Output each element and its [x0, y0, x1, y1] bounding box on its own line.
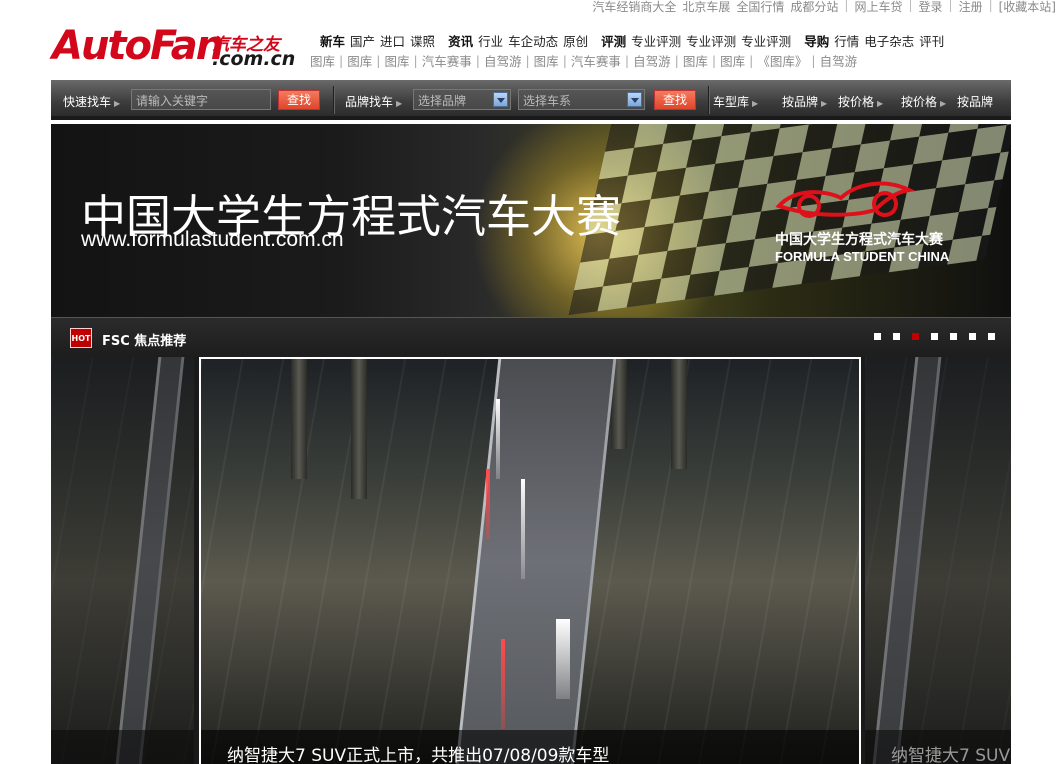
pager-dot-active[interactable]: [912, 333, 919, 340]
nav-sub-gallery[interactable]: 图库: [347, 51, 372, 70]
nav-pro-review-2[interactable]: 专业评测: [686, 31, 736, 50]
divider: [708, 86, 709, 114]
keyword-input[interactable]: 请输入关键字: [131, 89, 271, 110]
pager-dot[interactable]: [969, 333, 976, 340]
divider: |: [844, 0, 849, 12]
series-select[interactable]: 选择车系: [518, 89, 645, 110]
nav-spy-shots[interactable]: 谍照: [410, 31, 435, 50]
nav-original[interactable]: 原创: [563, 31, 588, 50]
link-model-library[interactable]: 车型库 ▶: [713, 93, 758, 110]
pager-dot[interactable]: [874, 333, 881, 340]
hot-badge-icon: HOT: [70, 328, 92, 348]
carousel-slide-prev[interactable]: [51, 357, 194, 764]
login-link[interactable]: 登录: [916, 0, 946, 15]
formula-car-logo-icon: [775, 181, 915, 218]
fsc-logo-english: FORMULA STUDENT CHINA: [775, 249, 950, 264]
arrow-right-icon: ▶: [114, 99, 121, 108]
focus-header: HOT FSC 焦点推荐: [51, 317, 1011, 357]
nav-imported[interactable]: 进口: [380, 31, 405, 50]
brand-search-label: 品牌找车 ▶: [345, 95, 403, 109]
arrow-right-icon: ▶: [752, 99, 759, 108]
slide-caption-next[interactable]: 纳智捷大7 SUV: [891, 741, 1010, 764]
link-by-price[interactable]: 按价格 ▶: [901, 93, 946, 110]
nav-row-sub: 图库 | 图库 | 图库 | 汽车赛事 | 自驾游 | 图库 | 汽车赛事 | 自驾游 | 图库…: [310, 51, 858, 70]
nav-sub-road-trip[interactable]: 自驾游: [484, 51, 522, 70]
fsc-banner[interactable]: 中国大学生方程式汽车大赛 www.formulastudent.com.cn 中…: [51, 124, 1011, 317]
top-link-chengdu[interactable]: 成都分站: [787, 0, 841, 15]
top-link-national-prices[interactable]: 全国行情: [733, 0, 787, 15]
nav-market[interactable]: 行情: [834, 31, 859, 50]
series-select-value: 选择车系: [523, 94, 572, 108]
divider: |: [988, 0, 993, 12]
nav-news[interactable]: 资讯: [448, 31, 473, 50]
divider: [333, 86, 334, 114]
link-by-brand[interactable]: 按品牌: [957, 93, 993, 110]
carousel-pager: [874, 333, 995, 340]
nav-sub-gallery[interactable]: 图库: [534, 51, 559, 70]
top-links: 汽车经销商大全 北京车展 全国行情 成都分站 | 网上车贷 | 登录 | 注册 …: [589, 0, 1059, 15]
nav-domestic[interactable]: 国产: [350, 31, 375, 50]
pager-dot[interactable]: [893, 333, 900, 340]
pager-dot[interactable]: [950, 333, 957, 340]
arrow-right-icon: ▶: [940, 99, 947, 108]
nav-row-categories: 新车 国产 进口 谍照 资讯 行业 车企动态 原创 评测 专业评测 专业评测 专…: [310, 32, 1010, 49]
site-logo[interactable]: AutoFan 汽车之友 .com.cn: [52, 23, 295, 70]
nav-sub-gallery[interactable]: 图库: [720, 51, 745, 70]
nav-sub-racing[interactable]: 汽车赛事: [422, 51, 472, 70]
carousel-slide-current[interactable]: 纳智捷大7 SUV正式上市，共推出07/08/09款车型: [199, 357, 861, 764]
chevron-down-icon: [627, 92, 642, 107]
link-by-brand[interactable]: 按品牌 ▶: [782, 93, 827, 110]
brand-select[interactable]: 选择品牌: [413, 89, 511, 110]
nav-sub-gallery[interactable]: 图库: [384, 51, 409, 70]
nav-company-news[interactable]: 车企动态: [508, 31, 558, 50]
nav-buying-guide[interactable]: 导购: [804, 31, 829, 50]
register-link[interactable]: 注册: [956, 0, 986, 15]
divider: |: [908, 0, 913, 12]
fsc-logo-chinese: 中国大学生方程式汽车大赛: [775, 232, 943, 248]
quick-search-label: 快速找车 ▶: [63, 95, 121, 109]
car-search-bar: 快速找车 ▶ 请输入关键字 查找 品牌找车 ▶ 选择品牌 选择车系 查找 车型库 ▶ …: [51, 80, 1011, 120]
nav-sub-racing[interactable]: 汽车赛事: [571, 51, 621, 70]
nav-sub-gallery[interactable]: 图库: [683, 51, 708, 70]
nav-reviews[interactable]: 评测: [601, 31, 626, 50]
logo-domain: .com.cn: [212, 48, 296, 70]
pager-dot[interactable]: [931, 333, 938, 340]
bookmark-link[interactable]: [收藏本站]: [996, 0, 1059, 15]
quick-search-button[interactable]: 查找: [278, 90, 320, 110]
brand-search-button[interactable]: 查找: [654, 90, 696, 110]
logo-wordmark: AutoFan: [52, 23, 224, 69]
nav-sub-road-trip[interactable]: 自驾游: [820, 51, 858, 70]
chevron-down-icon: [493, 92, 508, 107]
divider: |: [948, 0, 953, 12]
brand-select-value: 选择品牌: [418, 94, 467, 108]
nav-sub-road-trip[interactable]: 自驾游: [633, 51, 671, 70]
arrow-right-icon: ▶: [877, 99, 884, 108]
nav-e-magazine[interactable]: 电子杂志: [864, 31, 914, 50]
carousel-slide-next[interactable]: 纳智捷大7 SUV: [865, 357, 1011, 764]
arrow-right-icon: ▶: [396, 99, 403, 108]
nav-new-cars[interactable]: 新车: [320, 31, 345, 50]
banner-url: www.formulastudent.com.cn: [81, 228, 344, 251]
nav-sub-gallery[interactable]: 图库: [310, 51, 335, 70]
nav-pro-review-1[interactable]: 专业评测: [631, 31, 681, 50]
nav-industry[interactable]: 行业: [478, 31, 503, 50]
nav-magazine-review[interactable]: 评刊: [919, 31, 944, 50]
main-nav: 新车 国产 进口 谍照 资讯 行业 车企动态 原创 评测 专业评测 专业评测 专…: [310, 32, 1010, 69]
nav-pro-review-3[interactable]: 专业评测: [741, 31, 791, 50]
top-utility-bar: 汽车经销商大全 北京车展 全国行情 成都分站 | 网上车贷 | 登录 | 注册 …: [0, 0, 1063, 16]
arrow-right-icon: ▶: [821, 99, 828, 108]
pager-dot[interactable]: [988, 333, 995, 340]
link-by-price[interactable]: 按价格 ▶: [838, 93, 883, 110]
nav-sub-gallery[interactable]: 《图库》: [757, 51, 807, 70]
top-link-car-loan[interactable]: 网上车贷: [851, 0, 905, 15]
top-link-dealers[interactable]: 汽车经销商大全: [589, 0, 679, 15]
slide-caption[interactable]: 纳智捷大7 SUV正式上市，共推出07/08/09款车型: [227, 741, 609, 764]
top-link-beijing-autoshow[interactable]: 北京车展: [679, 0, 733, 15]
focus-label: FSC 焦点推荐: [102, 334, 187, 349]
focus-carousel: 纳智捷大7 SUV正式上市，共推出07/08/09款车型 纳智捷大7 SUV: [51, 357, 1011, 764]
